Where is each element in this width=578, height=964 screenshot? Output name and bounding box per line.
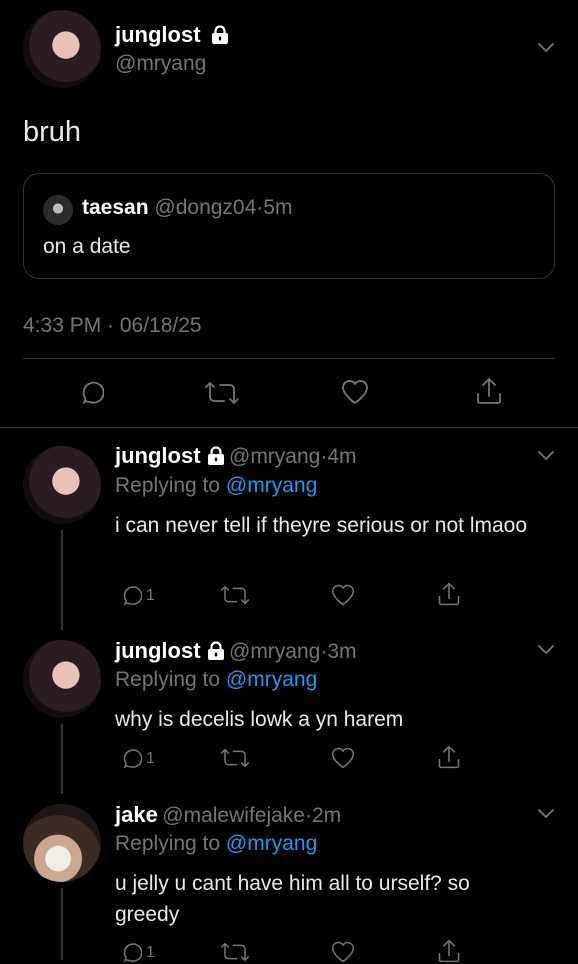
avatar[interactable] bbox=[23, 640, 101, 718]
quote-avatar bbox=[43, 195, 73, 225]
quote-author-handle: @dongz04 bbox=[154, 196, 257, 219]
reply-count: 1 bbox=[146, 944, 155, 961]
author-name[interactable]: jake bbox=[115, 802, 158, 827]
thread-line bbox=[61, 888, 63, 960]
reply-icon[interactable] bbox=[118, 583, 142, 607]
author-name[interactable]: junglost bbox=[115, 22, 201, 47]
share-icon[interactable] bbox=[436, 581, 462, 607]
author-handle[interactable]: @mryang bbox=[229, 640, 320, 663]
author-name[interactable]: junglost bbox=[115, 443, 201, 468]
lock-icon bbox=[207, 641, 224, 660]
replying-to-label: Replying to bbox=[115, 668, 221, 691]
avatar[interactable] bbox=[23, 804, 101, 882]
retweet-icon[interactable] bbox=[220, 583, 250, 607]
chevron-down-icon[interactable] bbox=[537, 42, 555, 54]
quote-time: 5m bbox=[263, 196, 293, 219]
reply-icon[interactable] bbox=[76, 378, 104, 406]
divider bbox=[23, 358, 555, 359]
tweet-time: 4m bbox=[327, 445, 357, 468]
retweet-icon[interactable] bbox=[220, 746, 250, 770]
like-icon[interactable] bbox=[330, 746, 356, 770]
reply-count: 1 bbox=[146, 587, 155, 604]
replying-to: Replying to @mryang bbox=[115, 474, 317, 498]
lock-icon bbox=[212, 25, 228, 44]
author-line: junglost @mryang·3m bbox=[115, 638, 357, 664]
replying-to-handle[interactable]: @mryang bbox=[226, 474, 317, 497]
replying-to-label: Replying to bbox=[115, 474, 221, 497]
avatar[interactable] bbox=[23, 446, 101, 524]
author-line: junglost bbox=[115, 22, 229, 48]
lock-icon bbox=[207, 446, 224, 465]
separator: · bbox=[305, 804, 312, 827]
tweet-text: why is decelis lowk a yn harem bbox=[115, 708, 404, 731]
thread-line bbox=[61, 724, 63, 794]
tweet-timestamp[interactable]: 4:33 PM · 06/18/25 bbox=[23, 314, 202, 338]
quote-author-line: taesan @dongz04·5m bbox=[82, 196, 292, 220]
author-handle[interactable]: @malewifejake bbox=[162, 804, 305, 827]
tweet-text: bruh bbox=[23, 116, 82, 148]
chevron-down-icon[interactable] bbox=[537, 450, 555, 462]
chevron-down-icon[interactable] bbox=[537, 808, 555, 820]
author-name[interactable]: junglost bbox=[115, 638, 201, 663]
author-line: jake @malewifejake·2m bbox=[115, 802, 341, 828]
reply-icon[interactable] bbox=[118, 746, 142, 770]
retweet-icon[interactable] bbox=[204, 379, 240, 407]
tweet-text: u jelly u cant have him all to urself? s… bbox=[115, 872, 470, 926]
author-handle[interactable]: @mryang bbox=[115, 52, 206, 76]
avatar[interactable] bbox=[23, 10, 101, 88]
like-icon[interactable] bbox=[330, 583, 356, 607]
like-icon[interactable] bbox=[340, 378, 370, 406]
reply-count: 1 bbox=[146, 750, 155, 767]
quote-text: on a date bbox=[43, 235, 131, 258]
replying-to-label: Replying to bbox=[115, 832, 221, 855]
retweet-icon[interactable] bbox=[220, 940, 250, 964]
author-line: junglost @mryang·4m bbox=[115, 443, 357, 469]
reply-icon[interactable] bbox=[118, 940, 142, 964]
author-handle[interactable]: @mryang bbox=[229, 445, 320, 468]
tweet-time: 3m bbox=[327, 640, 357, 663]
chevron-down-icon[interactable] bbox=[537, 644, 555, 656]
thread-line bbox=[61, 530, 63, 630]
tweet-time: 2m bbox=[312, 804, 342, 827]
quoted-tweet[interactable]: taesan @dongz04·5m on a date bbox=[23, 173, 555, 279]
quote-author-name: taesan bbox=[82, 196, 149, 219]
share-icon[interactable] bbox=[436, 938, 462, 964]
like-icon[interactable] bbox=[330, 940, 356, 964]
tweet-text: i can never tell if theyre serious or no… bbox=[115, 514, 528, 537]
replying-to: Replying to @mryang bbox=[115, 668, 317, 692]
replying-to: Replying to @mryang bbox=[115, 832, 317, 856]
replying-to-handle[interactable]: @mryang bbox=[226, 832, 317, 855]
share-icon[interactable] bbox=[436, 744, 462, 770]
divider bbox=[0, 427, 578, 428]
share-icon[interactable] bbox=[474, 376, 504, 406]
replying-to-handle[interactable]: @mryang bbox=[226, 668, 317, 691]
